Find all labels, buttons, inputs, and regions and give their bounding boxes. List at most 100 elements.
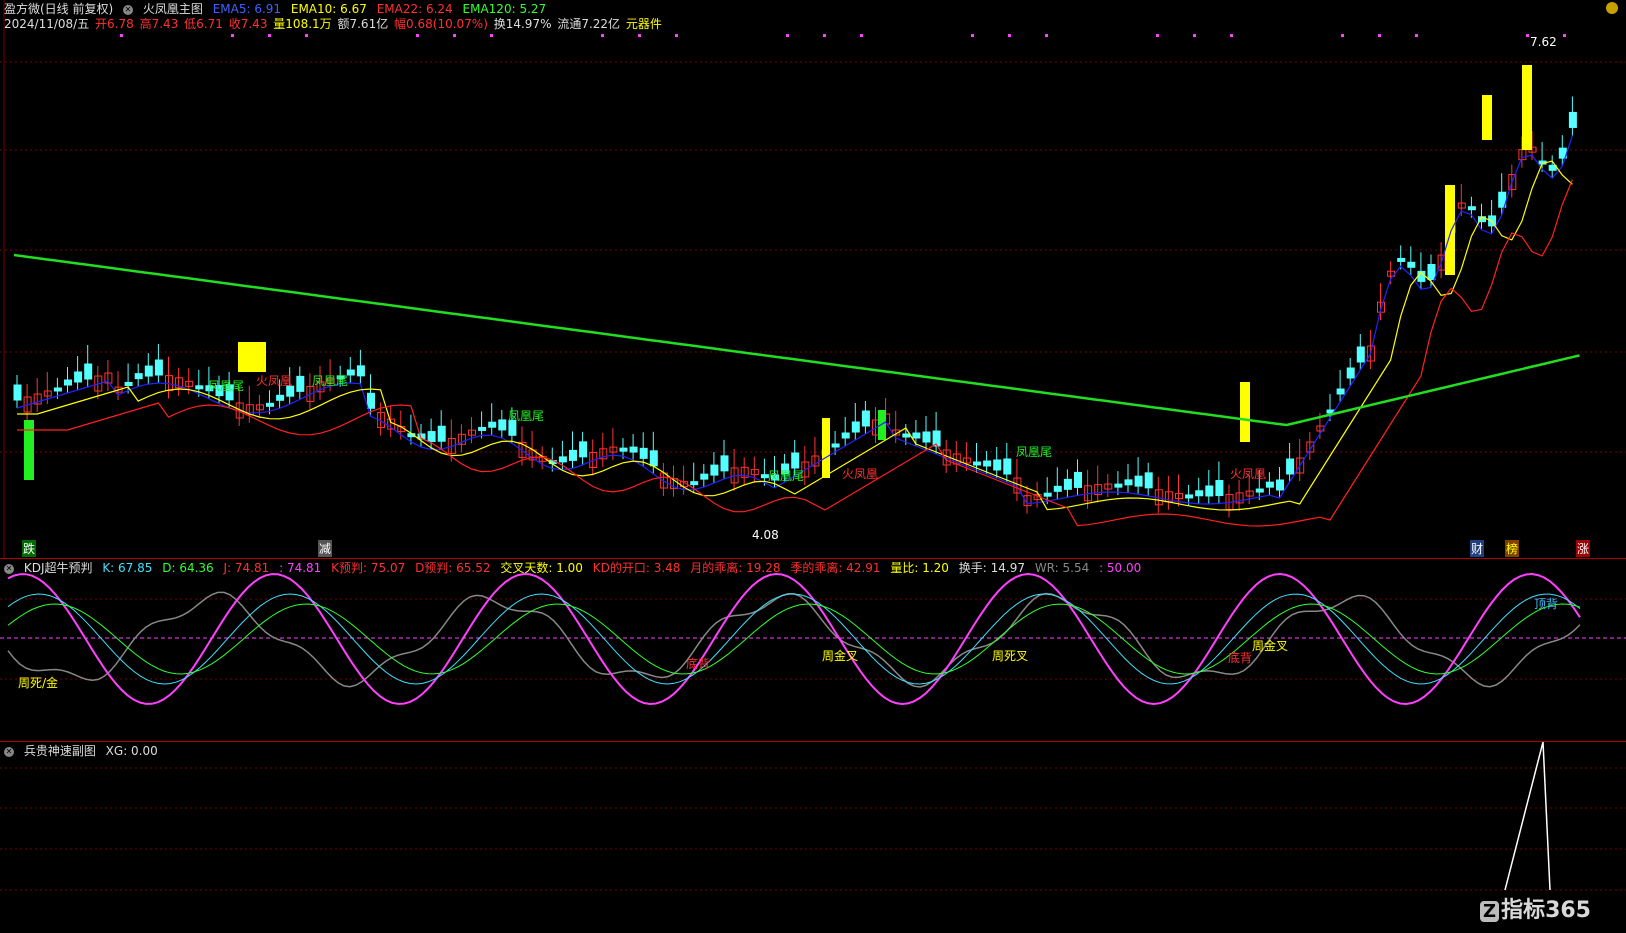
main-header-line1: 盈方微(日线 前复权) ✕ 火凤凰主图 EMA5: 6.91 EMA10: 6.… bbox=[4, 2, 552, 16]
signal-dot bbox=[971, 34, 974, 37]
candle-body bbox=[1114, 483, 1123, 488]
candle-body bbox=[1286, 458, 1295, 475]
tag-bang[interactable]: 榜 bbox=[1505, 540, 1520, 557]
collapse-icon[interactable]: ✕ bbox=[4, 563, 14, 574]
signal-dot bbox=[1526, 34, 1529, 37]
candle-body bbox=[639, 447, 648, 459]
signal-dot bbox=[120, 34, 123, 37]
signal-dot bbox=[601, 34, 604, 37]
indicator-name[interactable]: 火凤凰主图 bbox=[143, 2, 203, 16]
candle-body bbox=[1124, 479, 1133, 486]
xg-spike bbox=[1504, 742, 1551, 891]
tag-die[interactable]: 跌 bbox=[22, 540, 37, 557]
kdj-wr: WR: 5.54 bbox=[1034, 561, 1090, 575]
candle-body bbox=[619, 447, 628, 452]
xg-chart[interactable] bbox=[0, 742, 1626, 933]
highlight-candle bbox=[822, 418, 830, 478]
collapse-icon[interactable]: ✕ bbox=[4, 746, 14, 757]
candle-body bbox=[983, 460, 992, 467]
phoenix-label: 火凤凰 bbox=[842, 467, 878, 481]
candle-body bbox=[1276, 479, 1284, 491]
label-week-gold-2: 周金叉 bbox=[1252, 639, 1289, 653]
candle-body bbox=[1043, 492, 1052, 497]
signal-dot bbox=[305, 34, 308, 37]
candle-body bbox=[690, 481, 699, 486]
label-bottom-divergence-2: 底背 bbox=[1228, 651, 1253, 665]
candle-body bbox=[346, 369, 355, 376]
signal-dot bbox=[1008, 34, 1011, 37]
candle-body bbox=[922, 431, 931, 443]
candle-body bbox=[356, 365, 365, 377]
candle-body bbox=[1063, 478, 1072, 490]
phoenix-label: 凤凰尾 bbox=[508, 409, 544, 423]
main-chart-panel[interactable]: 凤凰尾 凤凰尾 凤凰尾 凤凰尾 凤凰尾 火凤凰 火凤凰 火凤凰 盈方微(日线 前复权) ✕ 火… bbox=[0, 0, 1626, 558]
xg-panel[interactable]: ✕ 兵贵神速副图 XG: 0.00 bbox=[0, 741, 1626, 932]
kdj-header: ✕ KDJ超牛预判 K: 67.85 D: 64.36 J: 74.81 : 7… bbox=[4, 561, 1147, 575]
low-price-label: 4.08 bbox=[752, 528, 779, 542]
collapse-icon[interactable]: ✕ bbox=[123, 4, 134, 15]
kdj-k: K: 67.85 bbox=[102, 561, 153, 575]
candle-body bbox=[84, 363, 93, 380]
candle-body bbox=[1346, 367, 1355, 379]
tag-zhang[interactable]: 涨 bbox=[1576, 540, 1591, 557]
signal-dot bbox=[1045, 34, 1048, 37]
signal-dot bbox=[1193, 34, 1196, 37]
candle-body bbox=[154, 359, 163, 376]
phoenix-label: 凤凰尾 bbox=[768, 469, 804, 483]
quote-close: 收7.43 bbox=[228, 17, 268, 31]
signal-dot bbox=[268, 34, 271, 37]
quote-sector[interactable]: 元器件 bbox=[626, 17, 662, 31]
quote-float: 流通7.22亿 bbox=[557, 17, 621, 31]
candle-body bbox=[1407, 261, 1416, 268]
highlight-candle bbox=[238, 342, 266, 372]
signal-dot bbox=[1230, 34, 1233, 37]
quote-change: 幅0.68(10.07%) bbox=[394, 17, 488, 31]
ema5-value: EMA5: 6.91 bbox=[212, 2, 282, 16]
d-line bbox=[7, 603, 1581, 675]
kdj-month-dev: 月的乖离: 19.28 bbox=[690, 561, 781, 575]
candle-body bbox=[902, 433, 911, 438]
candle-body bbox=[1134, 475, 1143, 487]
tag-jian[interactable]: 减 bbox=[318, 540, 333, 557]
kdj-dpred: D预判: 65.52 bbox=[415, 561, 491, 575]
candle-body bbox=[1205, 485, 1214, 497]
candle-body bbox=[912, 432, 921, 439]
highlight-candle bbox=[1482, 95, 1492, 140]
signal-dot bbox=[416, 34, 419, 37]
candle-body bbox=[437, 425, 446, 442]
kdj-d: D: 64.36 bbox=[162, 561, 214, 575]
kdj-title[interactable]: KDJ超牛预判 bbox=[24, 561, 93, 575]
candle-body bbox=[720, 455, 729, 472]
tag-cai[interactable]: 财 bbox=[1470, 540, 1485, 557]
kdj-open: KD的开口: 3.48 bbox=[592, 561, 681, 575]
signal-dot bbox=[860, 34, 863, 37]
candle-body bbox=[569, 449, 577, 461]
candle-body bbox=[13, 384, 22, 401]
ema10-value: EMA10: 6.67 bbox=[290, 2, 367, 16]
candle-body bbox=[841, 432, 850, 439]
candle-body bbox=[1467, 206, 1476, 211]
label-bottom-divergence: 底背 bbox=[686, 657, 711, 671]
xg-title[interactable]: 兵贵神速副图 bbox=[24, 744, 96, 758]
label-top-divergence: 顶背 bbox=[1534, 597, 1559, 611]
signal-dot bbox=[1378, 34, 1381, 37]
quote-low: 低6.71 bbox=[184, 17, 223, 31]
kdj-chart[interactable] bbox=[0, 559, 1626, 742]
candlestick-chart[interactable]: 凤凰尾 凤凰尾凤凰尾凤凰尾凤凰尾火凤凰火凤凰 火凤凰 bbox=[0, 0, 1626, 558]
signal-dot bbox=[1563, 34, 1566, 37]
candle-body bbox=[649, 450, 658, 467]
kdj-panel[interactable]: ✕ KDJ超牛预判 K: 67.85 D: 64.36 J: 74.81 : 7… bbox=[0, 558, 1626, 741]
candle-body bbox=[1336, 388, 1345, 395]
highlight-candle bbox=[878, 410, 886, 440]
candle-body bbox=[74, 371, 83, 383]
settings-dot-icon[interactable] bbox=[1606, 2, 1618, 14]
candle-body bbox=[1003, 458, 1012, 475]
candle-body bbox=[1397, 257, 1406, 262]
phoenix-label: 火凤凰 bbox=[1230, 467, 1266, 481]
signal-dot bbox=[786, 34, 789, 37]
candle-body bbox=[134, 373, 143, 380]
quote-high: 高7.43 bbox=[139, 17, 179, 31]
highlight-candle bbox=[1445, 185, 1455, 275]
candle-body bbox=[1053, 485, 1062, 492]
candle-body bbox=[296, 375, 305, 392]
